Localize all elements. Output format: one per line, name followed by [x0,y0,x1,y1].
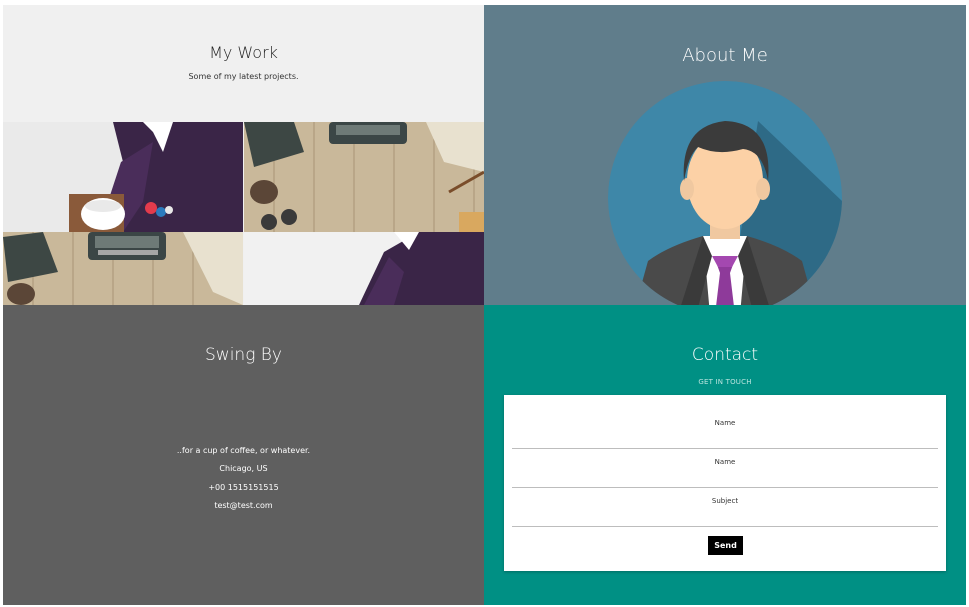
email-text: test@test.com [214,501,273,510]
avatar [608,81,842,305]
contact-section: Contact GET IN TOUCH Name Name Subject S… [484,305,966,605]
send-button[interactable]: Send [708,536,743,555]
jacket-photo [3,122,243,232]
swing-by-note: ..for a cup of coffee, or whatever. [176,446,311,455]
contact-form: Name Name Subject Send [504,395,946,571]
jacket-photo-2 [244,232,484,305]
project-thumbnail-typewriter[interactable] [244,122,484,232]
my-work-subtitle: Some of my latest projects. [188,72,299,81]
project-thumbnail-jacket-2[interactable] [244,232,484,305]
name-field-2[interactable]: Name [512,449,938,488]
about-me-section: About Me [484,5,966,305]
businessman-avatar-icon [608,81,842,305]
my-work-section: My Work Some of my latest projects. [3,5,484,305]
typewriter-photo-2 [3,232,243,305]
name-field[interactable]: Name [512,410,938,449]
location-text: Chicago, US [219,464,268,473]
subject-field[interactable]: Subject [512,488,938,527]
swing-by-section: Swing By ..for a cup of coffee, or whate… [3,305,484,605]
my-work-title: My Work [209,43,278,62]
phone-text: +00 1515151515 [208,483,279,492]
project-thumbnail-typewriter-2[interactable] [3,232,243,305]
project-thumbnail-jacket[interactable] [3,122,243,232]
typewriter-photo [244,122,484,232]
about-me-title: About Me [682,45,768,66]
contact-title: Contact [691,345,759,365]
contact-subtitle: GET IN TOUCH [698,378,752,386]
swing-by-title: Swing By [205,345,282,365]
